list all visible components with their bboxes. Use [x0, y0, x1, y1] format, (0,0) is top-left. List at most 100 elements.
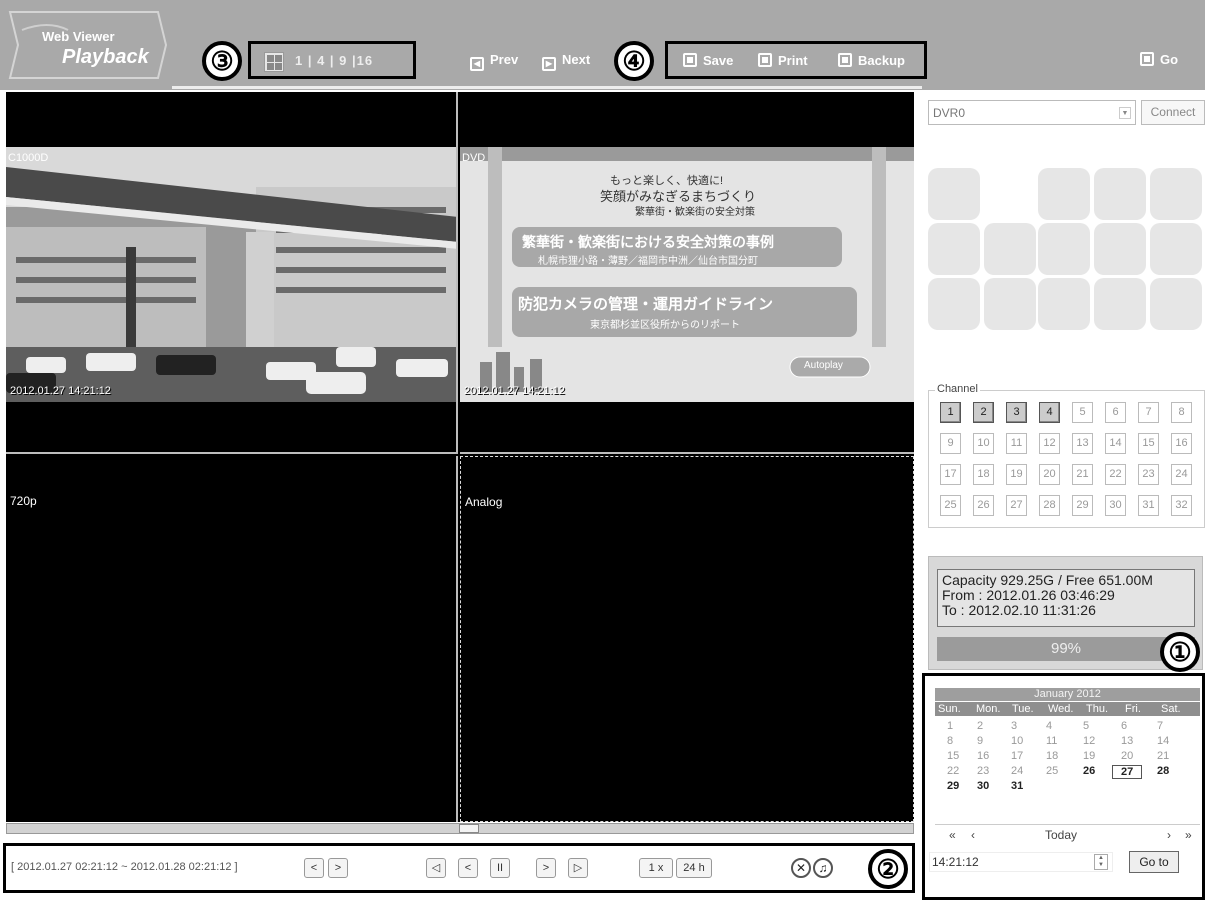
calendar-day[interactable]: 6 [1121, 720, 1127, 732]
today-button[interactable]: Today [1045, 828, 1077, 842]
split-grid-icon[interactable] [264, 52, 284, 72]
calendar-day[interactable]: 17 [1011, 750, 1023, 762]
split-options[interactable]: 1 | 4 | 9 |16 [295, 53, 373, 68]
calendar-day[interactable]: 30 [977, 780, 989, 792]
calendar-day[interactable]: 20 [1121, 750, 1133, 762]
ptz-button[interactable] [984, 278, 1036, 330]
channel-button-10[interactable]: 10 [973, 433, 994, 454]
save-button[interactable]: Save [683, 53, 733, 68]
ptz-button[interactable] [1038, 223, 1090, 275]
calendar-day[interactable]: 4 [1046, 720, 1052, 732]
channel-button-23[interactable]: 23 [1138, 464, 1159, 485]
calendar-day[interactable]: 29 [947, 780, 959, 792]
ptz-button[interactable] [1094, 278, 1146, 330]
channel-button-27[interactable]: 27 [1006, 495, 1027, 516]
channel-button-22[interactable]: 22 [1105, 464, 1126, 485]
channel-button-6[interactable]: 6 [1105, 402, 1126, 423]
ptz-button[interactable] [1150, 223, 1202, 275]
prev-month-button[interactable]: ‹ [971, 828, 975, 842]
channel-button-11[interactable]: 11 [1006, 433, 1027, 454]
channel-button-9[interactable]: 9 [940, 433, 961, 454]
speed-button[interactable]: 1 x [639, 858, 673, 878]
calendar-day[interactable]: 13 [1121, 735, 1133, 747]
ptz-button[interactable] [928, 223, 980, 275]
calendar-day[interactable]: 12 [1083, 735, 1095, 747]
channel-button-16[interactable]: 16 [1171, 433, 1192, 454]
calendar-day[interactable]: 16 [977, 750, 989, 762]
step-forward-button[interactable]: ▷ [568, 858, 588, 878]
calendar-day[interactable]: 27 [1112, 765, 1143, 779]
calendar-day[interactable]: 7 [1157, 720, 1163, 732]
channel-button-8[interactable]: 8 [1171, 402, 1192, 423]
scrollbar-thumb[interactable] [459, 824, 479, 833]
ptz-button[interactable] [1038, 278, 1090, 330]
ptz-button[interactable] [928, 168, 980, 220]
calendar-day[interactable]: 8 [947, 735, 953, 747]
channel-button-2[interactable]: 2 [973, 402, 994, 423]
calendar-day[interactable]: 25 [1046, 765, 1058, 777]
channel-button-30[interactable]: 30 [1105, 495, 1126, 516]
next-button[interactable]: ▶ Next [542, 52, 590, 71]
ptz-button[interactable] [984, 223, 1036, 275]
calendar-day[interactable]: 2 [977, 720, 983, 732]
rewind-button[interactable]: < [458, 858, 478, 878]
ptz-button[interactable] [928, 278, 980, 330]
channel-button-5[interactable]: 5 [1072, 402, 1093, 423]
ptz-button[interactable] [1038, 168, 1090, 220]
channel-button-29[interactable]: 29 [1072, 495, 1093, 516]
range-next-button[interactable]: > [328, 858, 348, 878]
calendar-day[interactable]: 9 [977, 735, 983, 747]
ptz-button[interactable] [1094, 223, 1146, 275]
channel-button-28[interactable]: 28 [1039, 495, 1060, 516]
channel-button-32[interactable]: 32 [1171, 495, 1192, 516]
calendar-day[interactable]: 23 [977, 765, 989, 777]
audio-icon[interactable]: ♫ [813, 858, 833, 878]
print-button[interactable]: Print [758, 53, 808, 68]
channel-button-7[interactable]: 7 [1138, 402, 1159, 423]
calendar-day[interactable]: 18 [1046, 750, 1058, 762]
channel-button-3[interactable]: 3 [1006, 402, 1027, 423]
channel-button-19[interactable]: 19 [1006, 464, 1027, 485]
channel-button-18[interactable]: 18 [973, 464, 994, 485]
channel-button-13[interactable]: 13 [1072, 433, 1093, 454]
calendar-day[interactable]: 31 [1011, 780, 1023, 792]
close-circle-icon[interactable]: ✕ [791, 858, 811, 878]
calendar-day[interactable]: 3 [1011, 720, 1017, 732]
backup-button[interactable]: Backup [838, 53, 905, 68]
calendar-day[interactable]: 21 [1157, 750, 1169, 762]
channel-button-21[interactable]: 21 [1072, 464, 1093, 485]
horizontal-scrollbar[interactable] [6, 823, 914, 834]
calendar-day[interactable]: 28 [1157, 765, 1169, 777]
channel-button-24[interactable]: 24 [1171, 464, 1192, 485]
channel-button-31[interactable]: 31 [1138, 495, 1159, 516]
video-tile-1[interactable]: C1000D 2012.01.27 14:21:12 [6, 92, 458, 454]
connect-button[interactable]: Connect [1141, 100, 1205, 125]
channel-button-4[interactable]: 4 [1039, 402, 1060, 423]
calendar-day[interactable]: 14 [1157, 735, 1169, 747]
next-month-button[interactable]: › [1167, 828, 1171, 842]
calendar-day[interactable]: 10 [1011, 735, 1023, 747]
ptz-button[interactable] [1094, 168, 1146, 220]
channel-button-14[interactable]: 14 [1105, 433, 1126, 454]
step-back-button[interactable]: ◁ [426, 858, 446, 878]
channel-button-17[interactable]: 17 [940, 464, 961, 485]
calendar-day[interactable]: 19 [1083, 750, 1095, 762]
calendar-day[interactable]: 26 [1083, 765, 1095, 777]
channel-button-26[interactable]: 26 [973, 495, 994, 516]
calendar-day[interactable]: 1 [947, 720, 953, 732]
channel-button-1[interactable]: 1 [940, 402, 961, 423]
range-prev-button[interactable]: < [304, 858, 324, 878]
goto-button[interactable]: Go to [1129, 851, 1179, 873]
prev-button[interactable]: ◀ Prev [470, 52, 518, 71]
time-spinner[interactable]: ▲ ▼ [1094, 854, 1108, 870]
first-month-button[interactable]: « [949, 828, 956, 842]
calendar-day[interactable]: 24 [1011, 765, 1023, 777]
calendar-day[interactable]: 5 [1083, 720, 1089, 732]
video-tile-4[interactable]: Analog [460, 456, 914, 822]
video-tile-2[interactable]: DVD もっと楽しく、快適に! 笑顔がみなぎるまちづくり 繁華街・歓楽街の安全対… [460, 92, 914, 454]
span-button[interactable]: 24 h [676, 858, 712, 878]
channel-button-25[interactable]: 25 [940, 495, 961, 516]
calendar-day[interactable]: 15 [947, 750, 959, 762]
dvr-select[interactable]: DVR0 ▼ [928, 100, 1136, 125]
calendar-day[interactable]: 22 [947, 765, 959, 777]
